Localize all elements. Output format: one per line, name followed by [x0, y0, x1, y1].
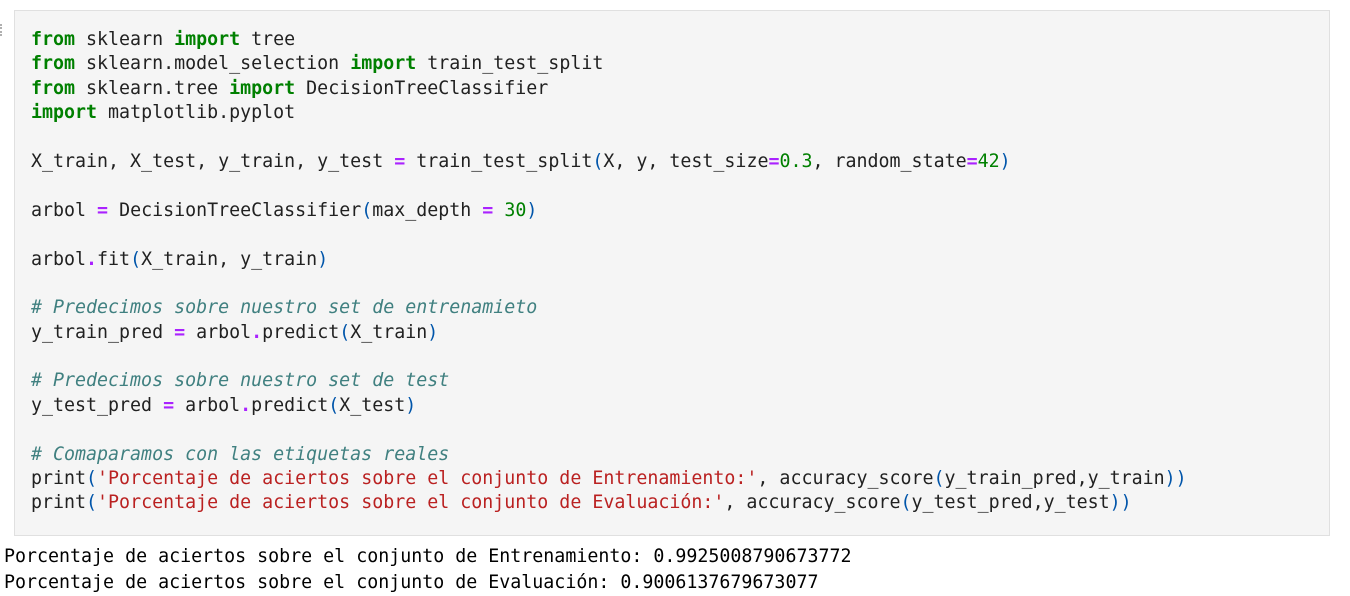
code-text: train_test_split — [416, 53, 604, 75]
code-line: # Predecimos sobre nuestro set de entren… — [31, 296, 1329, 320]
code-paren: ) — [405, 394, 417, 416]
code-paren: ( — [86, 492, 98, 514]
code-keyword: from — [31, 77, 76, 99]
code-text: sklearn — [75, 29, 175, 50]
code-text: y_train_pred — [31, 321, 175, 343]
code-operator: . — [86, 248, 98, 270]
code-keyword: from — [31, 53, 76, 75]
code-paren: ) — [526, 199, 538, 221]
code-operator: = — [163, 394, 175, 416]
code-text: arbol — [31, 248, 87, 270]
code-text: sklearn.model_selection — [75, 53, 351, 75]
code-text: DecisionTreeClassifier — [295, 77, 549, 99]
code-line: # Comaparamos con las etiquetas reales — [31, 443, 1329, 467]
code-text: y_train_pred,y_train — [944, 468, 1165, 490]
code-paren: ( — [86, 468, 98, 490]
code-paren: ( — [933, 468, 945, 490]
code-line: arbol.fit(X_train, y_train) — [31, 248, 1329, 272]
code-text: DecisionTreeClassifier — [108, 199, 362, 221]
code-operator: = — [174, 321, 186, 343]
code-text: X_train, X_test, y_train, y_test — [31, 150, 395, 172]
code-text: matplotlib.pyplot — [97, 102, 296, 124]
code-keyword: import — [229, 77, 296, 99]
code-line: from sklearn.tree import DecisionTreeCla… — [31, 77, 1329, 101]
code-paren: ( — [328, 394, 340, 416]
code-operator: = — [394, 150, 406, 172]
code-operator: = — [482, 199, 494, 221]
code-paren: ( — [130, 248, 142, 270]
code-text: fit — [97, 248, 131, 270]
code-line: from sklearn import tree — [31, 28, 1329, 52]
code-string: 'Porcentaje de aciertos sobre el conjunt… — [97, 468, 758, 490]
code-paren: ) — [999, 150, 1011, 172]
code-text: , accuracy_score — [757, 468, 934, 490]
code-paren: ( — [592, 150, 604, 172]
code-text: max_depth — [372, 199, 483, 221]
code-line: print('Porcentaje de aciertos sobre el c… — [31, 491, 1329, 515]
code-text: X, y, test_size — [603, 150, 769, 172]
code-number: 42 — [977, 150, 1000, 172]
code-operator: . — [251, 321, 263, 343]
code-line: X_train, X_test, y_train, y_test = train… — [31, 150, 1329, 174]
code-keyword: from — [31, 29, 76, 50]
code-keyword: import — [350, 53, 417, 75]
code-comment: # Predecimos sobre nuestro set de test — [31, 370, 450, 392]
code-paren: ( — [339, 321, 351, 343]
code-operator: = — [966, 150, 978, 172]
code-line: import matplotlib.pyplot — [31, 101, 1329, 125]
code-keyword: import — [31, 102, 98, 124]
code-paren: )) — [1164, 468, 1187, 490]
notebook-page: from sklearn import tree from sklearn.mod… — [0, 0, 1350, 596]
output-line: Porcentaje de aciertos sobre el conjunto… — [4, 546, 852, 567]
code-text: print — [31, 468, 87, 490]
code-text: X_test — [339, 394, 406, 416]
code-text: y_test_pred — [31, 394, 164, 416]
code-text: , random_state — [812, 150, 967, 172]
code-paren: ) — [427, 321, 439, 343]
code-line: # Predecimos sobre nuestro set de test — [31, 369, 1329, 393]
code-text: predict — [251, 394, 329, 416]
code-paren: ) — [317, 248, 329, 270]
code-cell-editor[interactable]: from sklearn import tree from sklearn.mod… — [14, 10, 1330, 536]
code-text: arbol — [174, 394, 241, 416]
code-operator: = — [768, 150, 780, 172]
output-line: Porcentaje de aciertos sobre el conjunto… — [4, 572, 819, 593]
code-text: arbol — [185, 321, 252, 343]
code-line: from sklearn.model_selection import trai… — [31, 52, 1329, 76]
code-text: train_test_split — [405, 150, 593, 172]
code-line: y_train_pred = arbol.predict(X_train) — [31, 321, 1329, 345]
code-comment: # Predecimos sobre nuestro set de entren… — [31, 297, 538, 319]
cell-gutter-marker — [0, 24, 4, 36]
code-number: 0.3 — [779, 150, 813, 172]
code-text: arbol — [31, 199, 98, 221]
code-text: , accuracy_score — [724, 492, 901, 514]
code-paren: )) — [1109, 492, 1132, 514]
code-number: 30 — [504, 199, 527, 221]
code-text: predict — [262, 321, 340, 343]
code-line: print('Porcentaje de aciertos sobre el c… — [31, 467, 1329, 491]
code-operator: . — [240, 394, 252, 416]
code-operator: = — [97, 199, 109, 221]
code-text: tree — [240, 29, 296, 50]
code-comment: # Comaparamos con las etiquetas reales — [31, 443, 450, 465]
code-paren: ( — [361, 199, 373, 221]
code-text: print — [31, 492, 87, 514]
code-line: y_test_pred = arbol.predict(X_test) — [31, 394, 1329, 418]
code-text: X_train — [350, 321, 428, 343]
code-string: 'Porcentaje de aciertos sobre el conjunt… — [97, 492, 725, 514]
code-text: y_test_pred,y_test — [911, 492, 1110, 514]
code-paren: ( — [900, 492, 912, 514]
code-text: sklearn.tree — [75, 77, 230, 99]
code-keyword: import — [174, 29, 241, 50]
code-text: X_train, y_train — [141, 248, 318, 270]
cell-output: Porcentaje de aciertos sobre el conjunto… — [4, 544, 1324, 596]
code-line: arbol = DecisionTreeClassifier(max_depth… — [31, 199, 1329, 223]
